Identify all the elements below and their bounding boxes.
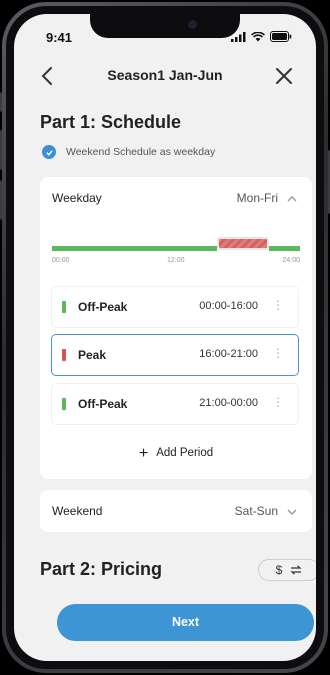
- timeline-segment-off-peak: [52, 246, 218, 251]
- part1-title: Part 1: Schedule: [40, 112, 182, 132]
- period-time: 16:00-21:00: [199, 348, 258, 360]
- period-color-bar: [62, 398, 66, 410]
- timeline-segment-peak[interactable]: [217, 237, 269, 250]
- period-name: Off-Peak: [78, 397, 128, 411]
- same-schedule-checkbox[interactable]: Weekend Schedule as weekday: [42, 145, 215, 159]
- period-name: Peak: [78, 348, 107, 362]
- front-camera: [188, 20, 197, 29]
- timeline-segment-off-peak: [269, 246, 300, 251]
- period-row-peak[interactable]: Peak 16:00-21:00 ⋮: [52, 335, 298, 375]
- timeline-tick-label: 24:00: [282, 257, 300, 264]
- weekday-label: Weekday: [52, 191, 102, 205]
- check-icon: [42, 145, 56, 159]
- more-vertical-icon[interactable]: ⋮: [272, 396, 284, 408]
- weekday-header[interactable]: Weekday Mon-Fri: [52, 191, 298, 209]
- timeline-tick-label: 00:00: [52, 257, 70, 264]
- same-schedule-label: Weekend Schedule as weekday: [66, 146, 216, 158]
- nav-header: Season1 Jan-Jun: [14, 62, 316, 92]
- timeline-tick-label: 12:00: [167, 257, 185, 264]
- period-color-bar: [62, 301, 66, 313]
- currency-symbol: $: [275, 563, 283, 577]
- currency-toggle[interactable]: $: [258, 559, 316, 581]
- page-title: Season1 Jan-Jun: [107, 67, 223, 83]
- schedule-timeline[interactable]: 00:00 12:00 24:00: [52, 235, 300, 265]
- period-row-off-peak-1[interactable]: Off-Peak 00:00-16:00 ⋮: [52, 287, 298, 327]
- weekend-range: Sat-Sun: [234, 504, 278, 518]
- status-time: 9:41: [46, 30, 73, 45]
- weekday-range: Mon-Fri: [236, 191, 278, 205]
- more-vertical-icon[interactable]: ⋮: [272, 299, 284, 311]
- period-time: 21:00-00:00: [199, 397, 258, 409]
- plus-icon: +: [138, 445, 149, 462]
- weekend-label: Weekend: [52, 504, 103, 518]
- app-screen: 9:41 Season1 Jan-Jun Part 1: Schedule We…: [14, 14, 316, 661]
- notch: [90, 14, 240, 38]
- phone-bezel: 9:41 Season1 Jan-Jun Part 1: Schedule We…: [6, 6, 324, 669]
- period-time: 00:00-16:00: [199, 300, 258, 312]
- more-vertical-icon[interactable]: ⋮: [272, 347, 284, 359]
- weekday-card: Weekday Mon-Fri 00:00 12:00 24:00 Off-Peak…: [40, 177, 312, 479]
- close-icon[interactable]: [272, 64, 296, 88]
- next-button[interactable]: Next: [57, 604, 314, 641]
- period-row-off-peak-2[interactable]: Off-Peak 21:00-00:00 ⋮: [52, 384, 298, 424]
- weekend-card[interactable]: Weekend Sat-Sun: [40, 490, 312, 532]
- weekend-header[interactable]: Weekend Sat-Sun: [52, 504, 298, 522]
- period-name: Off-Peak: [78, 300, 128, 314]
- part2-title: Part 2: Pricing: [40, 559, 163, 579]
- add-period-button[interactable]: + Add Period: [40, 445, 312, 463]
- phone-frame: 9:41 Season1 Jan-Jun Part 1: Schedule We…: [2, 2, 328, 673]
- swap-icon: [290, 565, 302, 575]
- period-color-bar: [62, 349, 66, 361]
- add-period-label: Add Period: [156, 447, 214, 459]
- chevron-up-icon[interactable]: [286, 193, 298, 205]
- wifi-icon: [251, 31, 265, 41]
- chevron-down-icon[interactable]: [286, 506, 298, 518]
- battery-icon: [270, 31, 292, 42]
- status-icons: [231, 31, 292, 42]
